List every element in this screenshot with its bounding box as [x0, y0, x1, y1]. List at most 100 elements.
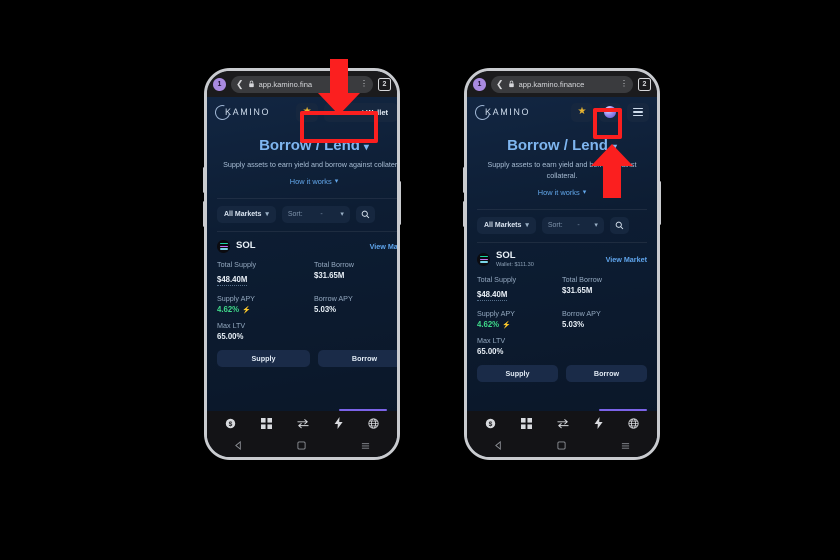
tab-counter[interactable]: 2 — [638, 77, 651, 91]
sort-label: Sort: — [287, 210, 303, 218]
kamino-wordmark: KAMINO — [485, 107, 531, 117]
hamburger-menu-icon — [633, 107, 643, 117]
sort-dropdown[interactable]: Sort: - ▾ — [281, 205, 350, 223]
chevron-down-icon[interactable]: ▾ — [364, 142, 369, 153]
supply-button[interactable]: Supply — [477, 365, 558, 383]
sol-token-icon — [217, 239, 230, 253]
view-market-link[interactable]: View Market — [370, 242, 397, 251]
chevron-left-icon[interactable]: ❮ — [496, 79, 504, 89]
supply-button[interactable]: Supply — [217, 349, 310, 367]
globe-icon[interactable] — [627, 417, 639, 429]
phone-left: 1 ❮ app.kamino.fina ⋮ 2 KAMINO ★ Connect… — [203, 68, 401, 460]
star-icon: ★ — [302, 106, 312, 117]
dollar-circle-icon[interactable]: $ — [485, 418, 496, 429]
hero-section: Borrow / Lend ▾ Supply assets to earn yi… — [467, 127, 657, 200]
address-bar[interactable]: ❮ app.kamino.fina ⋮ — [231, 75, 373, 93]
address-bar[interactable]: ❮ app.kamino.finance ⋮ — [491, 75, 633, 93]
android-recents-icon[interactable] — [361, 437, 370, 455]
wallet-avatar-button[interactable] — [599, 102, 621, 122]
market-symbol: SOL — [236, 240, 256, 252]
stat-value: 4.62% — [477, 320, 500, 330]
lightning-icon: ⚡ — [242, 306, 251, 314]
stat-value: $31.65M — [314, 270, 345, 280]
globe-icon[interactable] — [367, 417, 379, 429]
connect-wallet-button[interactable]: Connect Wallet — [324, 102, 397, 122]
page-title-text: Borrow / Lend — [507, 137, 608, 154]
stat-total-borrow: Total Borrow $31.65M — [314, 260, 397, 287]
app-header: KAMINO ★ — [467, 97, 657, 127]
volume-down-button[interactable] — [463, 201, 466, 227]
borrow-button[interactable]: Borrow — [318, 349, 397, 367]
market-filter-dropdown[interactable]: All Markets ▾ — [217, 205, 276, 223]
filter-row: All Markets ▾ Sort: - ▾ — [467, 210, 657, 234]
market-actions: Supply Borrow — [207, 348, 397, 367]
search-button[interactable] — [355, 205, 375, 223]
grid-icon[interactable] — [521, 417, 533, 429]
profile-badge[interactable]: 1 — [473, 77, 486, 91]
android-system-nav — [207, 435, 397, 457]
chevron-down-icon: ▾ — [334, 178, 339, 186]
app-menu-button[interactable] — [627, 102, 649, 122]
grid-icon[interactable] — [261, 417, 273, 429]
how-it-works-label: How it works — [537, 187, 580, 197]
filter-row: All Markets ▾ Sort: - ▾ — [207, 199, 397, 223]
android-home-icon[interactable] — [297, 437, 307, 455]
browser-kebab-menu-icon[interactable]: ⋮ — [360, 80, 368, 88]
chevron-left-icon[interactable]: ❮ — [236, 79, 244, 89]
profile-badge[interactable]: 1 — [213, 77, 226, 91]
phone-screen-right: 1 ❮ app.kamino.finance ⋮ 2 KAMINO ★ Borr… — [467, 71, 657, 457]
kamino-ring-icon — [472, 101, 493, 123]
how-it-works-link[interactable]: How it works ▾ — [290, 177, 338, 186]
sort-dropdown[interactable]: Sort: - ▾ — [541, 216, 604, 234]
market-filter-dropdown[interactable]: All Markets ▾ — [477, 216, 536, 234]
borrow-button[interactable]: Borrow — [566, 365, 647, 383]
market-symbol: SOL — [496, 249, 516, 261]
stat-label: Supply APY — [477, 309, 515, 319]
stat-label: Supply APY — [217, 293, 255, 303]
volume-up-button[interactable] — [463, 167, 466, 193]
lock-icon — [508, 75, 515, 93]
swap-arrows-icon[interactable] — [297, 418, 309, 429]
volume-down-button[interactable] — [203, 201, 206, 227]
favorite-button[interactable]: ★ — [296, 102, 319, 122]
power-button[interactable] — [398, 181, 401, 225]
dollar-circle-icon[interactable]: $ — [225, 418, 236, 429]
how-it-works-link[interactable]: How it works ▾ — [538, 188, 586, 197]
favorite-button[interactable]: ★ — [571, 102, 593, 122]
stat-max-ltv: Max LTV 65.00% — [477, 336, 562, 356]
search-button[interactable] — [609, 216, 629, 234]
android-recents-icon[interactable] — [621, 437, 630, 455]
market-card[interactable]: SOL Wallet: $111.30 View Market Total Su… — [467, 243, 657, 363]
swap-arrows-icon[interactable] — [557, 418, 569, 429]
app-bottom-nav: $ — [467, 411, 657, 435]
android-back-icon[interactable] — [494, 437, 503, 455]
view-market-link[interactable]: View Market — [606, 255, 647, 264]
search-icon — [615, 221, 624, 229]
market-card[interactable]: SOL View Market Total Supply $48.40M Tot… — [207, 232, 397, 348]
sort-value: - — [577, 221, 580, 229]
browser-kebab-menu-icon[interactable]: ⋮ — [620, 80, 628, 88]
wallet-avatar-icon — [604, 106, 616, 118]
chevron-down-icon[interactable]: ▾ — [612, 142, 617, 153]
stat-total-borrow: Total Borrow $31.65M — [562, 275, 647, 302]
market-card-header: SOL View Market — [217, 239, 397, 253]
lightning-bolt-icon[interactable] — [334, 417, 343, 429]
market-filter-label: All Markets — [484, 221, 522, 229]
stat-borrow-apy: Borrow APY 5.03% — [562, 309, 647, 329]
screenshot-stage: 1 ❮ app.kamino.fina ⋮ 2 KAMINO ★ Connect… — [0, 0, 840, 560]
browser-toolbar: 1 ❮ app.kamino.fina ⋮ 2 — [207, 71, 397, 97]
lightning-bolt-icon[interactable] — [594, 417, 603, 429]
hero-section: Borrow / Lend ▾ Supply assets to earn yi… — [207, 127, 397, 189]
android-home-icon[interactable] — [557, 437, 567, 455]
url-text: app.kamino.fina — [258, 79, 313, 89]
volume-up-button[interactable] — [203, 167, 206, 193]
power-button[interactable] — [658, 181, 661, 225]
stat-label: Total Supply — [217, 259, 257, 269]
stat-label: Max LTV — [217, 320, 246, 330]
tab-counter[interactable]: 2 — [378, 77, 391, 91]
how-it-works-label: How it works — [289, 176, 332, 186]
stat-supply-apy: Supply APY 4.62% ⚡ — [477, 309, 562, 329]
android-back-icon[interactable] — [234, 437, 243, 455]
kamino-ring-icon — [212, 101, 233, 123]
app-bottom-nav: $ — [207, 411, 397, 435]
